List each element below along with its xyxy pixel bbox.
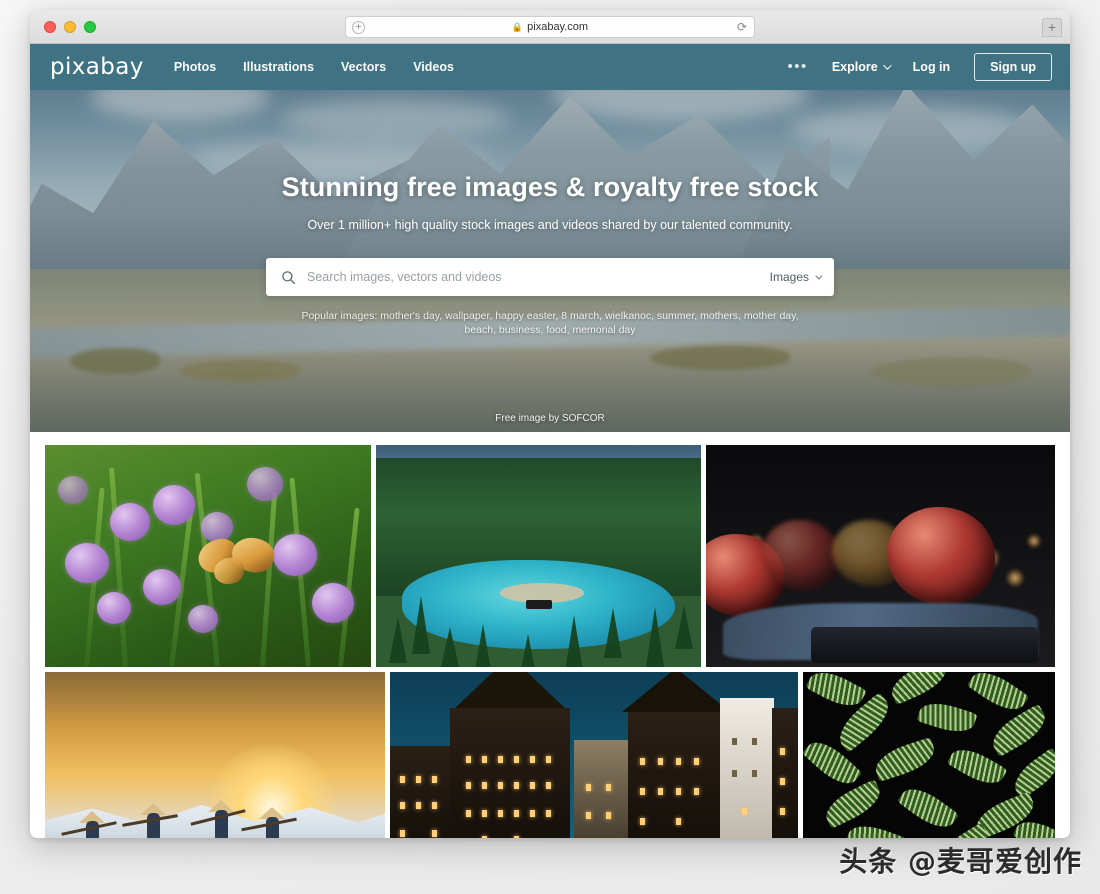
reload-icon[interactable]: ⟳ — [737, 20, 747, 34]
gallery-tile-leaves[interactable] — [803, 672, 1055, 838]
gallery-tile-butterfly[interactable] — [45, 445, 371, 667]
nav-item-photos[interactable]: Photos — [174, 60, 216, 74]
browser-window: + 🔒 pixabay.com ⟳ + pixabay Photos Illus… — [30, 10, 1070, 838]
secondary-nav: ••• Explore Log in Sign up — [788, 53, 1052, 81]
page-title: Stunning free images & royalty free stoc… — [281, 172, 819, 202]
gallery-tile-salt-workers[interactable] — [45, 672, 385, 838]
nav-item-videos[interactable]: Videos — [413, 60, 454, 74]
browser-titlebar: + 🔒 pixabay.com ⟳ + — [30, 10, 1070, 44]
window-controls — [30, 20, 96, 33]
nav-item-explore[interactable]: Explore — [831, 60, 892, 74]
site-navbar: pixabay Photos Illustrations Vectors Vid… — [30, 44, 1070, 90]
thumbnail-image — [803, 672, 1055, 838]
hero-subtitle: Over 1 million+ high quality stock image… — [307, 218, 793, 232]
thumbnail-image — [45, 445, 371, 667]
thumbnail-image — [376, 445, 701, 667]
chevron-down-icon — [882, 61, 892, 70]
search-input[interactable] — [307, 270, 758, 284]
pixabay-logo[interactable]: pixabay — [50, 54, 144, 80]
new-tab-button[interactable]: + — [1042, 18, 1062, 37]
hero-section: pixabay Photos Illustrations Vectors Vid… — [30, 44, 1070, 432]
hero-content: Stunning free images & royalty free stoc… — [30, 90, 1070, 337]
gallery-tile-alpine-lake[interactable] — [376, 445, 701, 667]
close-window-button[interactable] — [44, 20, 56, 33]
nav-item-vectors[interactable]: Vectors — [341, 60, 386, 74]
gallery-row-1 — [45, 445, 1055, 667]
lock-icon: 🔒 — [511, 21, 524, 32]
butterfly-subject — [194, 532, 279, 590]
add-bookmark-icon[interactable]: + — [352, 20, 365, 34]
url-text: pixabay.com — [527, 21, 589, 33]
thumbnail-image — [390, 672, 798, 838]
nav-item-illustrations[interactable]: Illustrations — [243, 60, 314, 74]
gallery-row-2 — [45, 672, 1055, 838]
minimize-window-button[interactable] — [64, 20, 76, 33]
primary-nav: Photos Illustrations Vectors Videos — [174, 60, 454, 74]
search-bar[interactable]: Images — [266, 258, 834, 296]
thumbnail-image — [706, 445, 1055, 667]
chevron-down-icon — [815, 272, 823, 280]
image-gallery — [30, 432, 1070, 838]
address-bar[interactable]: + 🔒 pixabay.com ⟳ — [345, 16, 755, 38]
search-type-label: Images — [769, 270, 809, 284]
explore-label: Explore — [831, 60, 878, 74]
thumbnail-image — [45, 672, 385, 838]
more-menu-icon[interactable]: ••• — [788, 59, 808, 74]
popular-searches[interactable]: Popular images: mother's day, wallpaper,… — [285, 309, 815, 337]
maximize-window-button[interactable] — [84, 20, 96, 33]
login-button[interactable]: Log in — [913, 60, 951, 74]
search-icon — [282, 270, 296, 284]
search-type-dropdown[interactable]: Images — [758, 270, 823, 284]
watermark: 头条 @麦哥爱创作 — [839, 845, 1082, 878]
image-credit: Free image by SOFCOR — [495, 413, 605, 424]
gallery-tile-old-town[interactable] — [390, 672, 798, 838]
gallery-tile-apples[interactable] — [706, 445, 1055, 667]
signup-button[interactable]: Sign up — [974, 53, 1052, 81]
